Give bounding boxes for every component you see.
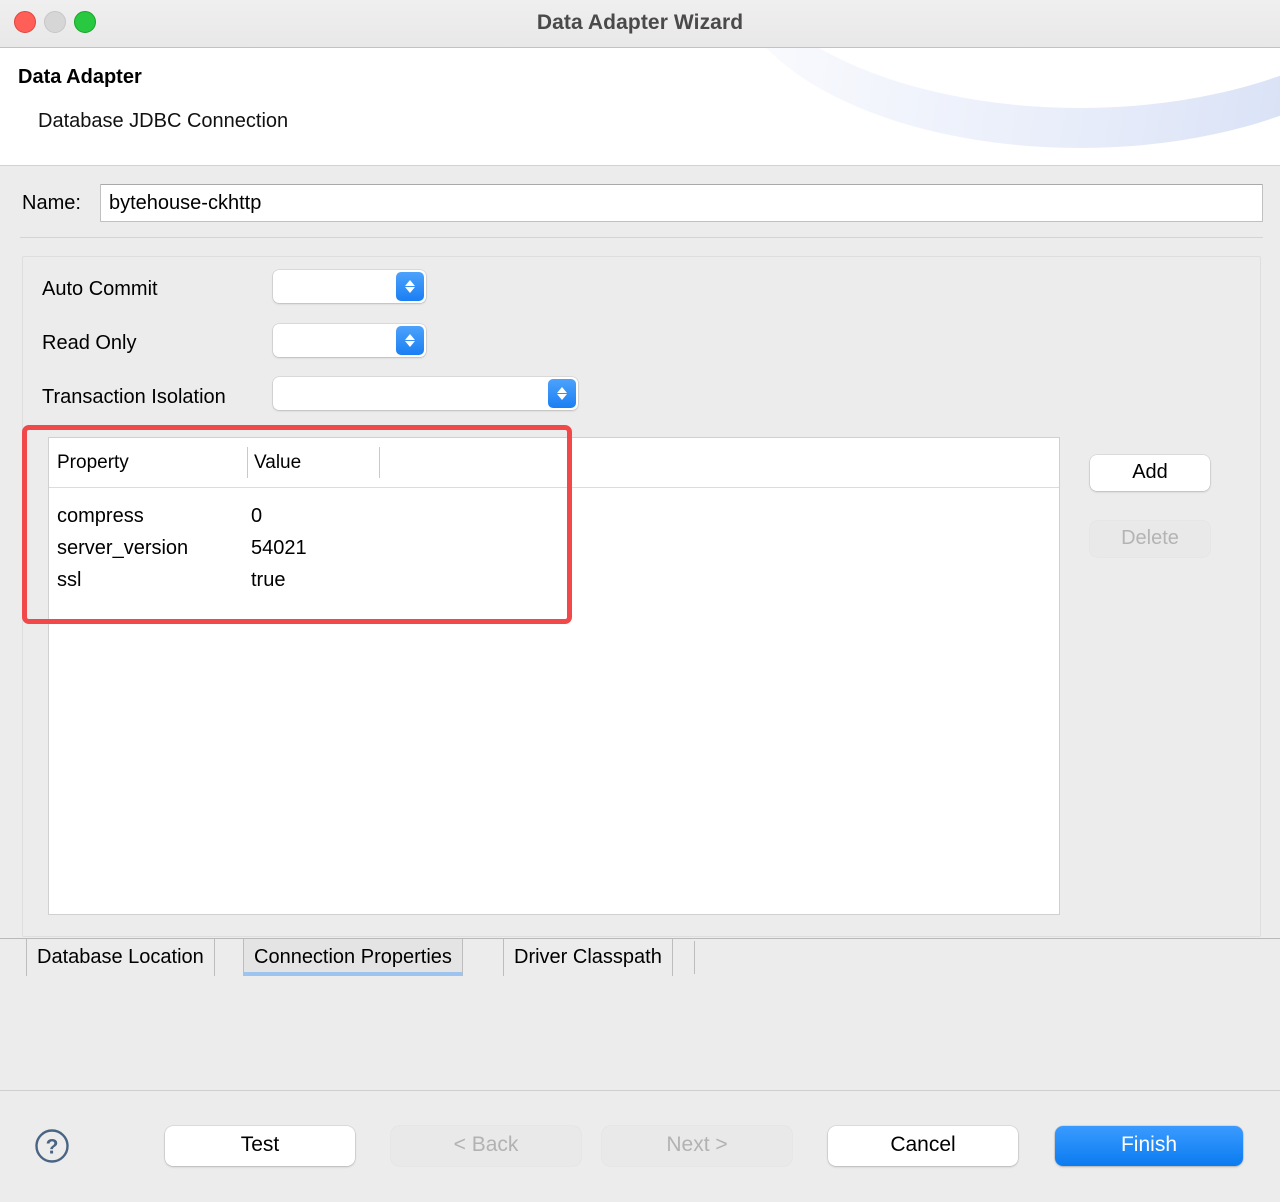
help-icon[interactable]: ? (34, 1128, 70, 1164)
read-only-label: Read Only (42, 332, 137, 354)
transaction-isolation-combo[interactable] (273, 377, 578, 410)
column-header-value[interactable]: Value (254, 452, 301, 474)
page-title: Data Adapter (18, 66, 142, 88)
next-button: Next > (602, 1126, 792, 1166)
column-header-property[interactable]: Property (57, 452, 129, 474)
cell-value: true (251, 569, 286, 591)
page-subtitle: Database JDBC Connection (38, 110, 289, 132)
tab-database-location[interactable]: Database Location (26, 939, 215, 976)
read-only-combo[interactable] (273, 324, 426, 357)
table-row[interactable]: ssl true (49, 564, 1059, 596)
window-title: Data Adapter Wizard (536, 11, 744, 34)
cell-value: 0 (251, 505, 263, 527)
auto-commit-stepper-icon[interactable] (396, 272, 424, 301)
tab-driver-classpath[interactable]: Driver Classpath (503, 939, 673, 976)
properties-table[interactable]: Property Value compress 0 server_version… (48, 437, 1060, 915)
column-separator-2[interactable] (379, 447, 380, 478)
table-row[interactable]: server_version 54021 (49, 532, 1059, 564)
back-button: < Back (391, 1126, 581, 1166)
name-label: Name: (22, 192, 81, 214)
cell-property: compress (57, 505, 144, 527)
auto-commit-combo[interactable] (273, 270, 426, 303)
delete-button: Delete (1090, 521, 1210, 557)
read-only-stepper-icon[interactable] (396, 326, 424, 355)
cell-property: server_version (57, 537, 189, 559)
tab-connection-properties[interactable]: Connection Properties (243, 939, 463, 976)
add-button[interactable]: Add (1090, 455, 1210, 491)
cancel-button[interactable]: Cancel (828, 1126, 1018, 1166)
name-row: Name: (0, 184, 1280, 230)
data-adapter-wizard-window: Data Adapter Wizard Data Adapter Databas… (0, 0, 1280, 1202)
finish-button[interactable]: Finish (1055, 1126, 1243, 1166)
tab-bar: Database Location Connection Properties … (0, 938, 1280, 976)
transaction-isolation-label: Transaction Isolation (42, 386, 226, 408)
table-body: compress 0 server_version 54021 ssl true (49, 488, 1059, 596)
wizard-header: Data Adapter Database JDBC Connection (0, 48, 1280, 166)
title-bar: Data Adapter Wizard (0, 0, 1280, 48)
cell-property: ssl (57, 569, 82, 591)
name-divider (20, 237, 1263, 238)
table-header-row: Property Value (49, 438, 1059, 488)
table-row[interactable]: compress 0 (49, 500, 1059, 532)
test-button[interactable]: Test (165, 1126, 355, 1166)
transaction-isolation-stepper-icon[interactable] (548, 379, 576, 408)
name-input[interactable] (100, 184, 1263, 222)
tab-end-separator (694, 941, 695, 974)
column-separator-1[interactable] (247, 447, 248, 478)
svg-text:?: ? (46, 1136, 59, 1159)
auto-commit-label: Auto Commit (42, 278, 158, 300)
cell-value: 54021 (251, 537, 307, 559)
